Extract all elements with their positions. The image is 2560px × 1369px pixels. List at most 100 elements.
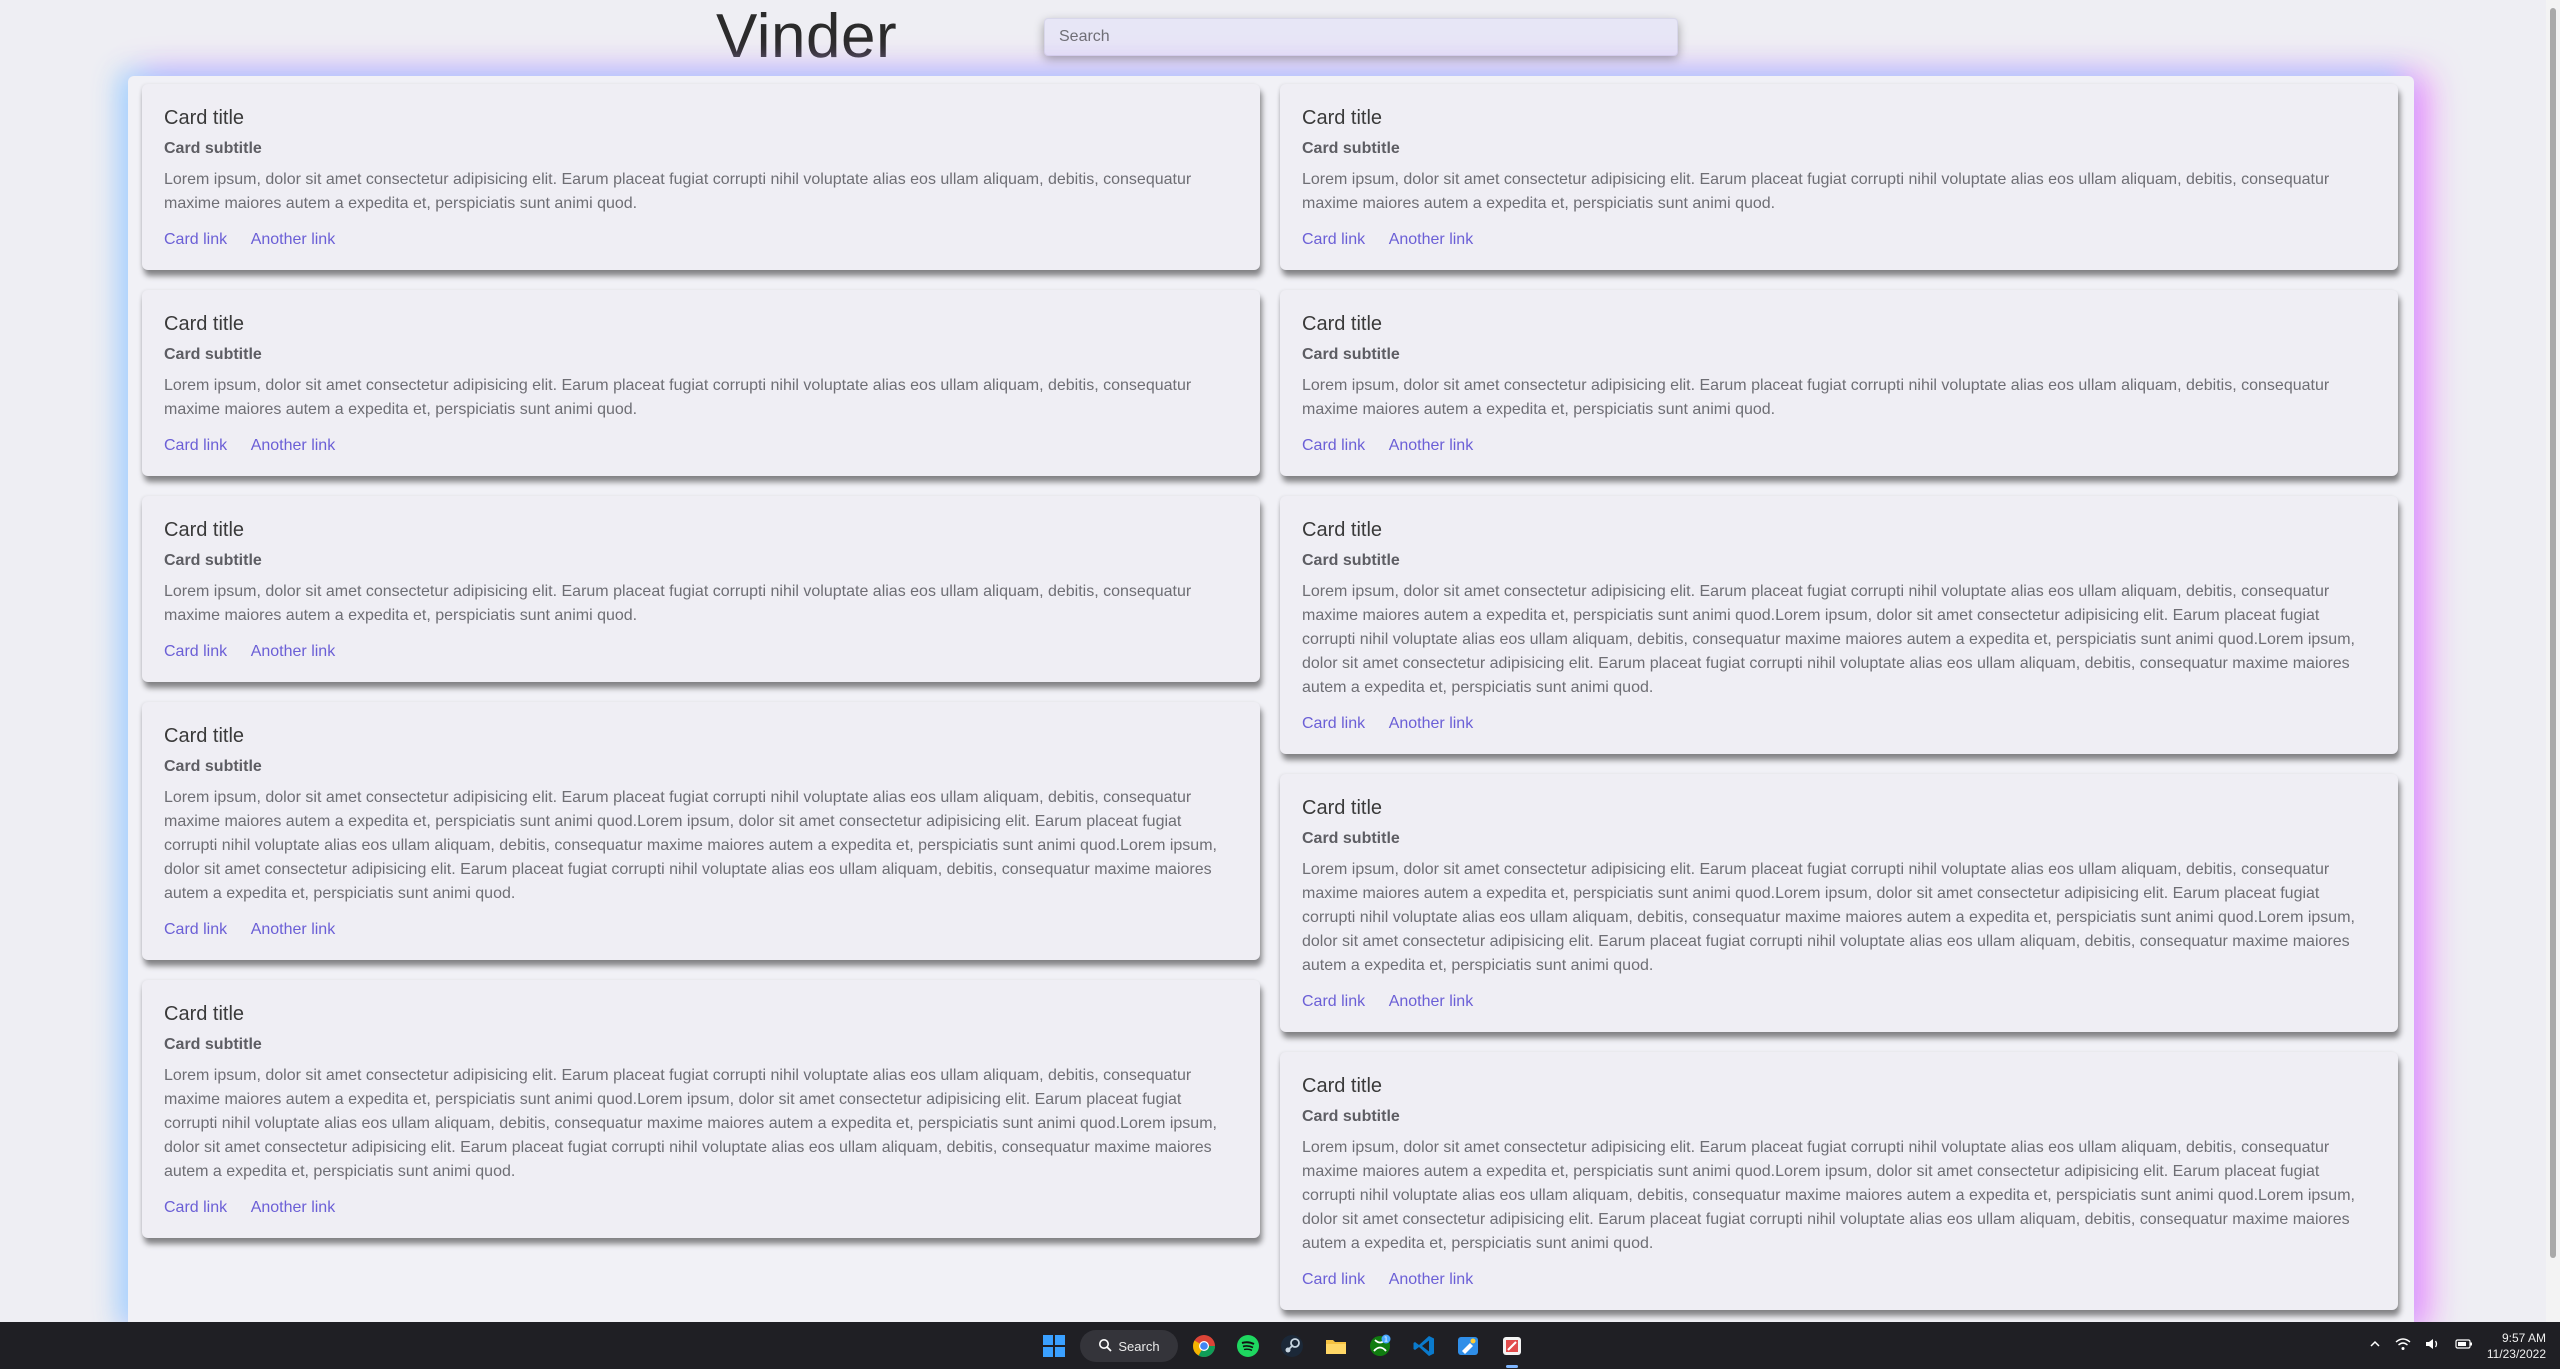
brand-logo[interactable]: Vinder (716, 0, 897, 74)
search-box[interactable] (1044, 18, 1678, 56)
card-text: Lorem ipsum, dolor sit amet consectetur … (164, 171, 1192, 212)
clock-date: 11/23/2022 (2486, 1346, 2546, 1361)
card: Card title Card subtitle Lorem ipsum, do… (142, 290, 1260, 476)
card-link[interactable]: Card link (164, 231, 227, 248)
clock-time: 9:57 AM (2501, 1330, 2546, 1345)
another-link[interactable]: Another link (1389, 231, 1474, 248)
card-text: Lorem ipsum, dolor sit amet consectetur … (164, 583, 1192, 624)
another-link[interactable]: Another link (1389, 1271, 1474, 1288)
card-link[interactable]: Card link (1302, 437, 1365, 454)
card: Card title Card subtitle Lorem ipsum, do… (1280, 290, 2398, 476)
card-text: Lorem ipsum, dolor sit amet consectetur … (1302, 583, 2355, 696)
card-link[interactable]: Card link (1302, 993, 1365, 1010)
card-link[interactable]: Card link (1302, 715, 1365, 732)
card: Card title Card subtitle Lorem ipsum, do… (1280, 1052, 2398, 1310)
page-scrollbar[interactable] (2546, 0, 2560, 1322)
another-link[interactable]: Another link (1389, 993, 1474, 1010)
another-link[interactable]: Another link (1389, 715, 1474, 732)
another-link[interactable]: Another link (251, 1199, 336, 1216)
file-explorer-icon[interactable] (1318, 1328, 1354, 1364)
card-links: Card link Another link (1302, 1270, 2376, 1290)
wifi-icon[interactable] (2395, 1337, 2411, 1354)
system-tray: 9:57 AM 11/23/2022 (2369, 1322, 2546, 1369)
card-subtitle: Card subtitle (1302, 1108, 1400, 1125)
card-subtitle: Card subtitle (164, 140, 262, 157)
card-title: Card title (164, 107, 245, 129)
card-links: Card link Another link (1302, 714, 2376, 734)
card-subtitle: Card subtitle (164, 552, 262, 569)
card-links: Card link Another link (164, 642, 1238, 662)
card-title: Card title (164, 519, 245, 541)
card-subtitle: Card subtitle (1302, 552, 1400, 569)
xbox-icon[interactable]: 1 (1362, 1328, 1398, 1364)
card-title: Card title (1302, 797, 1383, 819)
scrollbar-thumb[interactable] (2550, 8, 2556, 1258)
taskbar-search-label: Search (1118, 1338, 1160, 1354)
card-title: Card title (1302, 519, 1383, 541)
card-link[interactable]: Card link (1302, 1271, 1365, 1288)
steam-icon[interactable] (1274, 1328, 1310, 1364)
card-title: Card title (1302, 107, 1383, 129)
another-link[interactable]: Another link (251, 643, 336, 660)
card-title: Card title (164, 313, 245, 335)
chevron-up-icon[interactable] (2369, 1338, 2381, 1353)
card: Card title Card subtitle Lorem ipsum, do… (142, 84, 1260, 270)
card: Card title Card subtitle Lorem ipsum, do… (142, 702, 1260, 960)
windows-start-icon[interactable] (1036, 1328, 1072, 1364)
battery-icon[interactable] (2455, 1338, 2473, 1353)
card-title: Card title (164, 1003, 245, 1025)
card-link[interactable]: Card link (1302, 231, 1365, 248)
volume-icon[interactable] (2425, 1337, 2441, 1354)
card-link[interactable]: Card link (164, 921, 227, 938)
paint-icon[interactable] (1450, 1328, 1486, 1364)
card-link[interactable]: Card link (164, 1199, 227, 1216)
card: Card title Card subtitle Lorem ipsum, do… (142, 980, 1260, 1238)
taskbar: Search 1 9:57 AM 11/23/2022 (0, 1322, 2560, 1369)
spotify-icon[interactable] (1230, 1328, 1266, 1364)
another-link[interactable]: Another link (1389, 437, 1474, 454)
card-text: Lorem ipsum, dolor sit amet consectetur … (164, 789, 1217, 902)
card-text: Lorem ipsum, dolor sit amet consectetur … (1302, 377, 2330, 418)
card-subtitle: Card subtitle (1302, 346, 1400, 363)
xbox-badge: 1 (1384, 1336, 1388, 1344)
card-subtitle: Card subtitle (164, 346, 262, 363)
card-link[interactable]: Card link (164, 437, 227, 454)
card-text: Lorem ipsum, dolor sit amet consectetur … (164, 1067, 1217, 1180)
vscode-icon[interactable] (1406, 1328, 1442, 1364)
taskbar-apps: Search 1 (1036, 1328, 1530, 1368)
taskbar-search-button[interactable]: Search (1080, 1330, 1178, 1362)
another-link[interactable]: Another link (251, 437, 336, 454)
card-text: Lorem ipsum, dolor sit amet consectetur … (1302, 861, 2355, 974)
card-links: Card link Another link (1302, 436, 2376, 456)
card-subtitle: Card subtitle (1302, 140, 1400, 157)
card-text: Lorem ipsum, dolor sit amet consectetur … (164, 377, 1192, 418)
card-column-right: Card title Card subtitle Lorem ipsum, do… (1280, 84, 2398, 1330)
cards-panel: Card title Card subtitle Lorem ipsum, do… (128, 76, 2414, 1330)
browser-viewport: Vinder Card title Card subtitle Lorem ip… (0, 0, 2560, 1369)
card-links: Card link Another link (164, 920, 1238, 940)
card-subtitle: Card subtitle (164, 758, 262, 775)
card-links: Card link Another link (1302, 992, 2376, 1012)
card-links: Card link Another link (164, 436, 1238, 456)
clock[interactable]: 9:57 AM 11/23/2022 (2487, 1330, 2546, 1362)
card-links: Card link Another link (164, 1198, 1238, 1218)
card: Card title Card subtitle Lorem ipsum, do… (1280, 496, 2398, 754)
card-title: Card title (1302, 313, 1383, 335)
card-link[interactable]: Card link (164, 643, 227, 660)
chrome-icon[interactable] (1186, 1328, 1222, 1364)
card-text: Lorem ipsum, dolor sit amet consectetur … (1302, 1139, 2355, 1252)
card-subtitle: Card subtitle (1302, 830, 1400, 847)
search-icon (1098, 1338, 1113, 1355)
card-text: Lorem ipsum, dolor sit amet consectetur … (1302, 171, 2330, 212)
another-link[interactable]: Another link (251, 921, 336, 938)
snipping-icon[interactable] (1494, 1328, 1530, 1368)
another-link[interactable]: Another link (251, 231, 336, 248)
card-column-left: Card title Card subtitle Lorem ipsum, do… (142, 84, 1260, 1258)
card-links: Card link Another link (1302, 230, 2376, 250)
card: Card title Card subtitle Lorem ipsum, do… (1280, 774, 2398, 1032)
card: Card title Card subtitle Lorem ipsum, do… (1280, 84, 2398, 270)
card-title: Card title (164, 725, 245, 747)
search-input[interactable] (1045, 19, 1677, 55)
card: Card title Card subtitle Lorem ipsum, do… (142, 496, 1260, 682)
card-title: Card title (1302, 1075, 1383, 1097)
